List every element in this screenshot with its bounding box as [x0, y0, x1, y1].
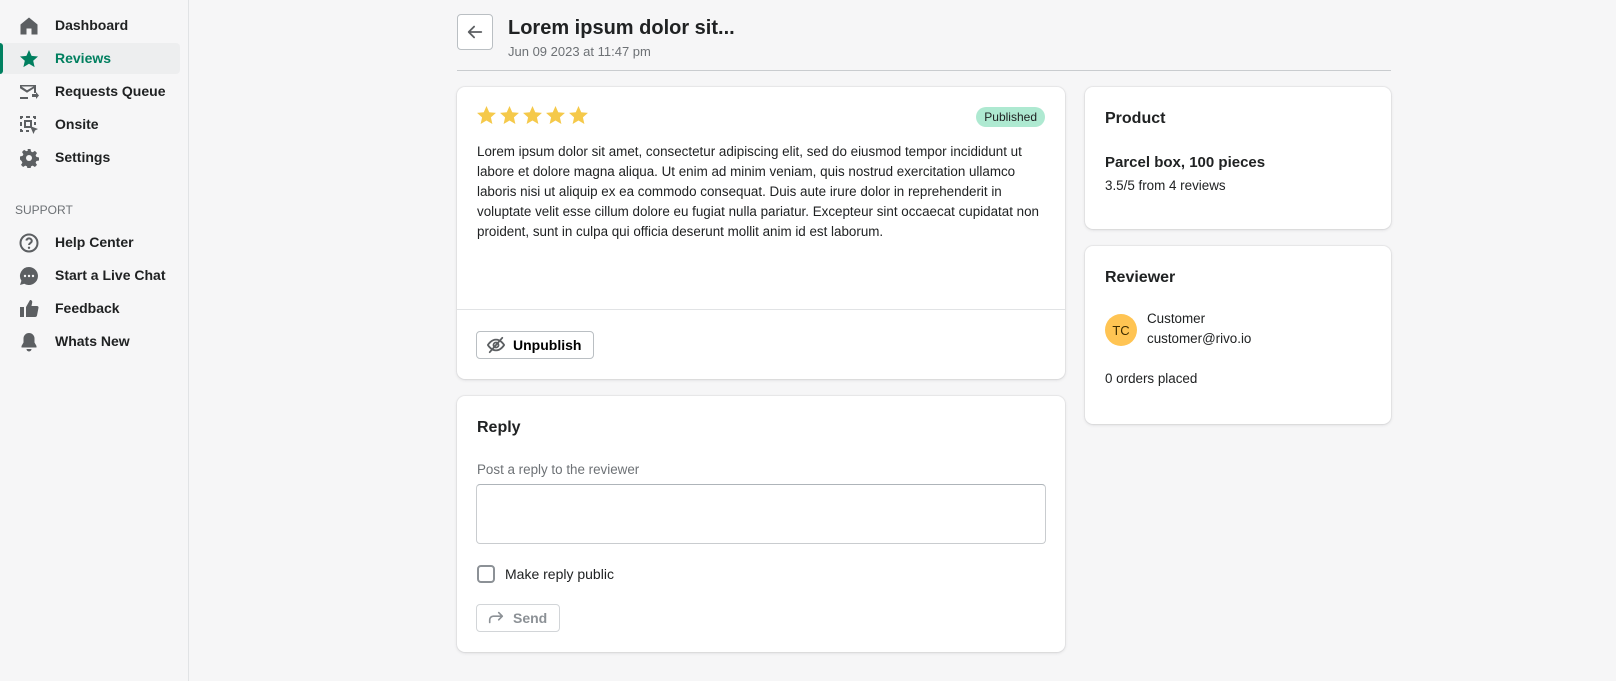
star-icon — [523, 106, 542, 125]
sidebar-item-dashboard[interactable]: Dashboard — [0, 10, 180, 41]
product-title: Product — [1105, 110, 1166, 127]
sidebar-item-requests-queue[interactable]: Requests Queue — [0, 76, 180, 107]
divider — [457, 309, 1065, 310]
reply-label: Post a reply to the reviewer — [477, 462, 640, 477]
sidebar-item-label: Requests Queue — [55, 83, 166, 99]
question-circle-icon — [19, 233, 39, 253]
avatar: TC — [1105, 314, 1137, 346]
sidebar-item-label: Onsite — [55, 116, 99, 132]
mail-forward-icon — [20, 85, 39, 99]
page-header: Lorem ipsum dolor sit... Jun 09 2023 at … — [457, 14, 1391, 71]
home-icon — [20, 17, 38, 35]
sidebar-item-label: Whats New — [55, 333, 130, 349]
sidebar: Dashboard Reviews Requests Queue Onsite … — [0, 0, 189, 681]
sidebar-item-settings[interactable]: Settings — [0, 142, 180, 173]
star-icon — [546, 106, 565, 125]
reply-input[interactable] — [476, 484, 1046, 544]
sidebar-item-onsite[interactable]: Onsite — [0, 109, 180, 140]
onsite-select-icon — [20, 116, 38, 134]
review-text: Lorem ipsum dolor sit amet, consectetur … — [477, 144, 1039, 239]
reviewer-orders: 0 orders placed — [1105, 371, 1198, 386]
sidebar-item-label: Help Center — [55, 234, 134, 250]
sidebar-item-label: Settings — [55, 149, 111, 165]
page-subtitle: Jun 09 2023 at 11:47 pm — [508, 44, 651, 59]
unpublish-button[interactable]: Unpublish — [476, 331, 595, 359]
thumbs-up-icon — [20, 300, 39, 318]
sidebar-item-label: Dashboard — [55, 17, 129, 33]
star-icon — [20, 50, 38, 68]
status-badge: Published — [976, 107, 1045, 127]
back-button[interactable] — [457, 14, 493, 50]
chat-bubble-icon — [20, 267, 38, 285]
eye-slash-icon — [487, 336, 505, 354]
reviewer-name: Customer — [1147, 311, 1206, 326]
reply-title: Reply — [477, 419, 521, 436]
page-title: Lorem ipsum dolor sit... — [508, 17, 735, 39]
reviewer-card: Reviewer TC Customer customer@rivo.io 0 … — [1085, 246, 1391, 424]
star-icon — [477, 106, 496, 125]
product-rating-summary: 3.5/5 from 4 reviews — [1105, 178, 1226, 193]
star-icon — [500, 106, 519, 125]
sidebar-item-feedback[interactable]: Feedback — [0, 293, 180, 324]
sidebar-item-label: Start a Live Chat — [55, 267, 166, 283]
arrow-left-icon — [467, 25, 483, 39]
star-rating — [476, 105, 589, 126]
sidebar-item-live-chat[interactable]: Start a Live Chat — [0, 260, 180, 291]
reply-arrow-icon — [488, 611, 504, 624]
product-name: Parcel box, 100 pieces — [1105, 154, 1266, 171]
star-icon — [569, 106, 588, 125]
unpublish-label: Unpublish — [513, 337, 582, 353]
send-button[interactable]: Send — [476, 604, 561, 632]
bell-icon — [21, 333, 37, 352]
gear-icon — [20, 149, 39, 168]
sidebar-item-reviews[interactable]: Reviews — [0, 43, 180, 74]
sidebar-item-label: Feedback — [55, 300, 120, 316]
make-public-label: Make reply public — [505, 566, 614, 582]
sidebar-item-whats-new[interactable]: Whats New — [0, 326, 180, 357]
support-heading: SUPPORT — [15, 203, 73, 217]
sidebar-item-label: Reviews — [55, 50, 112, 66]
review-card: Published Lorem ipsum dolor sit amet, co… — [457, 87, 1065, 379]
reviewer-email: customer@rivo.io — [1147, 331, 1252, 346]
reply-card: Reply Post a reply to the reviewer Make … — [457, 396, 1065, 652]
sidebar-item-help-center[interactable]: Help Center — [0, 227, 180, 258]
send-label: Send — [513, 610, 548, 626]
reviewer-title: Reviewer — [1105, 269, 1176, 286]
product-card: Product Parcel box, 100 pieces 3.5/5 fro… — [1085, 87, 1391, 229]
make-public-checkbox[interactable] — [477, 565, 495, 583]
